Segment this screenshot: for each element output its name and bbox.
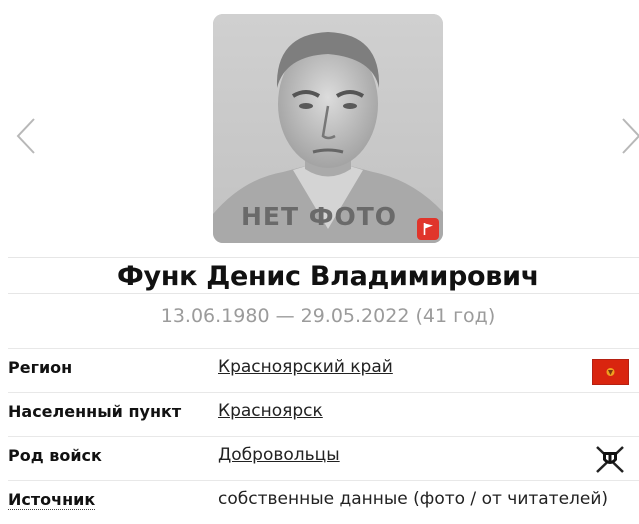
crossed-swords-icon xyxy=(594,444,626,474)
person-name: Функ Денис Владимирович xyxy=(117,261,539,292)
detail-label[interactable]: Источник xyxy=(8,490,96,510)
chevron-left-icon xyxy=(14,116,38,156)
person-photo: НЕТ ФОТО xyxy=(213,14,443,243)
locality-link[interactable]: Красноярск xyxy=(218,401,323,421)
row-divider xyxy=(8,392,639,393)
next-photo-button[interactable] xyxy=(619,116,639,156)
chevron-right-icon xyxy=(619,116,639,156)
divider xyxy=(8,293,639,294)
region-flag-icon xyxy=(592,359,629,385)
detail-label: Регион xyxy=(8,358,73,377)
detail-row-troops: Род войск Добровольцы xyxy=(8,436,639,480)
row-divider xyxy=(8,436,639,437)
region-link[interactable]: Красноярский край xyxy=(218,357,393,377)
prev-photo-button[interactable] xyxy=(14,116,38,156)
row-divider xyxy=(8,348,639,349)
detail-label: Род войск xyxy=(8,446,102,465)
flag-icon xyxy=(417,218,439,240)
source-value: собственные данные (фото / от читателей) xyxy=(218,489,609,509)
row-divider xyxy=(8,480,639,481)
detail-row-region: Регион Красноярский край xyxy=(8,348,639,392)
detail-row-source: Источник собственные данные (фото / от ч… xyxy=(8,480,639,524)
report-flag-button[interactable] xyxy=(417,218,439,240)
detail-row-locality: Населенный пункт Красноярск xyxy=(8,392,639,436)
no-photo-label: НЕТ ФОТО xyxy=(240,202,398,231)
life-dates: 13.06.1980 — 29.05.2022 (41 год) xyxy=(160,305,496,327)
troops-link[interactable]: Добровольцы xyxy=(218,445,340,465)
detail-label: Населенный пункт xyxy=(8,402,182,421)
